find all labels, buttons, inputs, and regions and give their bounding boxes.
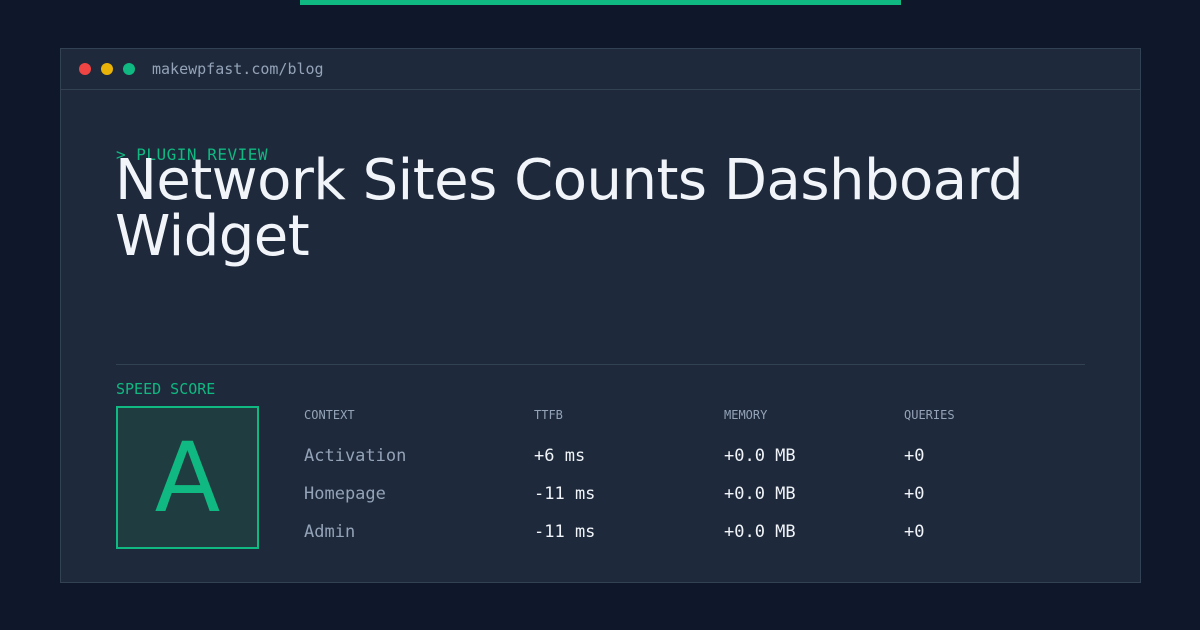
row-homepage-context: Homepage <box>304 484 386 504</box>
column-header-memory: MEMORY <box>724 408 768 422</box>
top-accent-bar <box>300 0 901 5</box>
row-homepage-queries: +0 <box>904 484 925 504</box>
maximize-dot-icon <box>123 63 135 75</box>
row-homepage-memory: +0.0 MB <box>724 484 796 504</box>
window-titlebar: makewpfast.com/blog <box>61 49 1140 90</box>
speed-grade: A <box>154 421 221 534</box>
close-dot-icon <box>79 63 91 75</box>
row-admin-ttfb: -11 ms <box>534 522 596 542</box>
column-header-ttfb: TTFB <box>534 408 563 422</box>
window-url: makewpfast.com/blog <box>152 60 324 78</box>
column-header-context: CONTEXT <box>304 408 355 422</box>
row-admin-memory: +0.0 MB <box>724 522 796 542</box>
row-admin-queries: +0 <box>904 522 925 542</box>
row-homepage-ttfb: -11 ms <box>534 484 596 504</box>
column-header-queries: QUERIES <box>904 408 955 422</box>
section-divider <box>116 364 1085 365</box>
page-title: Network Sites Counts Dashboard Widget <box>115 148 1024 269</box>
minimize-dot-icon <box>101 63 113 75</box>
row-activation-ttfb: +6 ms <box>534 446 586 466</box>
browser-window: makewpfast.com/blog > PLUGIN REVIEW Netw… <box>60 48 1141 583</box>
grade-box: A <box>116 406 259 549</box>
row-activation-queries: +0 <box>904 446 925 466</box>
row-admin-context: Admin <box>304 522 356 542</box>
row-activation-context: Activation <box>304 446 407 466</box>
speed-score-label: SPEED SCORE <box>116 380 216 398</box>
row-activation-memory: +0.0 MB <box>724 446 796 466</box>
